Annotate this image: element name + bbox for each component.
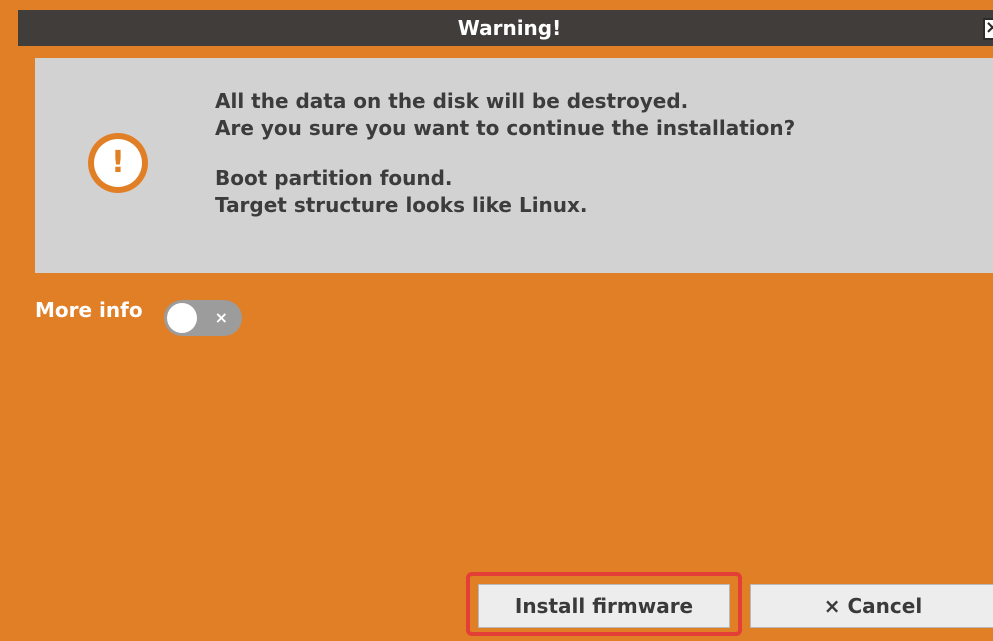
- more-info-toggle[interactable]: ×: [164, 300, 242, 336]
- install-firmware-button[interactable]: Install firmware: [478, 584, 730, 628]
- exclamation-glyph: !: [94, 139, 142, 187]
- dialog-title: Warning!: [457, 16, 562, 40]
- close-button[interactable]: ×: [983, 18, 993, 40]
- message-line: Are you sure you want to continue the in…: [215, 116, 796, 140]
- cancel-button[interactable]: × Cancel: [750, 584, 993, 628]
- toggle-off-icon: ×: [214, 308, 228, 327]
- exclamation-icon: !: [88, 133, 148, 193]
- warning-dialog: Warning! × ! All the data on the disk wi…: [0, 0, 993, 641]
- message-line: All the data on the disk will be destroy…: [215, 89, 689, 113]
- message-line: Boot partition found.: [215, 166, 453, 190]
- toggle-knob: [167, 303, 197, 333]
- more-info-label: More info: [35, 298, 143, 322]
- title-bar: Warning! ×: [18, 10, 993, 46]
- message-line: Target structure looks like Linux.: [215, 193, 588, 217]
